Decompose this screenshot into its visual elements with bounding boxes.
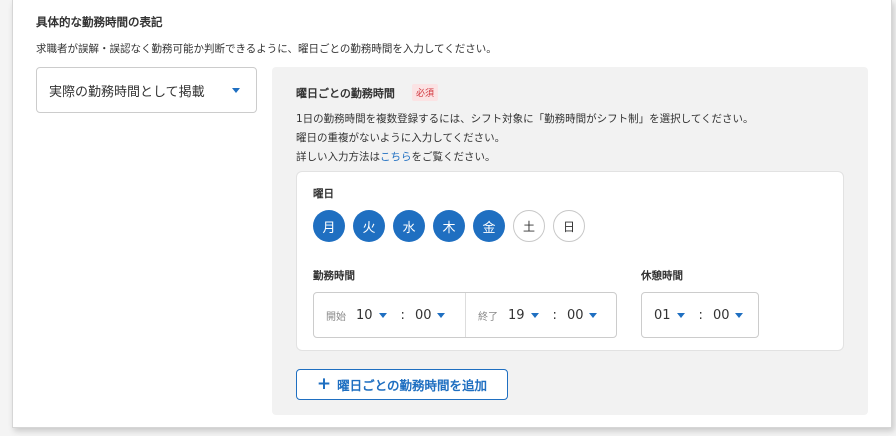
end-hour-value[interactable]: 19 (508, 308, 525, 323)
weekday-selector: 月 火 水 木 金 土 日 (313, 210, 585, 242)
break-hour-value[interactable]: 01 (654, 308, 671, 323)
required-badge: 必須 (412, 84, 439, 101)
info-line-1: 1日の勤務時間を複数登録するには、シフト対象に「勤務時間がシフト制」を選択してく… (296, 113, 754, 125)
info-line-3: 詳しい入力方法はこちらをご覧ください。 (296, 148, 754, 167)
panel-title: 曜日ごとの勤務時間 (296, 87, 395, 100)
break-time-label: 休憩時間 (641, 270, 683, 282)
day-toggle-sat[interactable]: 土 (513, 210, 545, 242)
end-minute-value[interactable]: 00 (567, 308, 584, 323)
break-colon: : (698, 307, 703, 323)
break-time-group: 01 : 00 (642, 293, 744, 337)
weekday-hours-panel: 曜日ごとの勤務時間 必須 1日の勤務時間を複数登録するには、シフト対象に「勤務時… (272, 67, 868, 415)
end-minute-caret-icon[interactable] (589, 312, 598, 318)
weekday-label: 曜日 (313, 188, 334, 200)
day-toggle-thu[interactable]: 木 (433, 210, 465, 242)
start-label: 開始 (326, 311, 346, 323)
start-hour-caret-icon[interactable] (378, 312, 387, 318)
day-toggle-fri[interactable]: 金 (473, 210, 505, 242)
break-time-input: 01 : 00 (641, 292, 759, 338)
start-colon: : (400, 307, 405, 323)
plus-icon: + (316, 374, 332, 394)
add-button-label: 曜日ごとの勤務時間を追加 (337, 378, 488, 393)
end-time-group: 終了 19 : 00 (465, 293, 616, 337)
day-toggle-mon[interactable]: 月 (313, 210, 345, 242)
day-toggle-sun[interactable]: 日 (553, 210, 585, 242)
work-hours-card: 具体的な勤務時間の表記 求職者が誤解・誤認なく勤務可能か判断できるように、曜日ご… (12, 0, 892, 428)
work-time-label: 勤務時間 (313, 270, 355, 282)
section-description: 求職者が誤解・誤認なく勤務可能か判断できるように、曜日ごとの勤務時間を入力してく… (36, 43, 497, 55)
add-weekday-hours-button[interactable]: + 曜日ごとの勤務時間を追加 (296, 369, 508, 400)
caret-down-icon (232, 88, 240, 93)
section-title: 具体的な勤務時間の表記 (36, 15, 163, 29)
start-minute-value[interactable]: 00 (415, 308, 432, 323)
info-line-2: 曜日の重複がないように入力してください。 (296, 132, 506, 144)
end-colon: : (552, 307, 557, 323)
break-minute-caret-icon[interactable] (735, 312, 744, 318)
display-type-select[interactable]: 実際の勤務時間として掲載 (36, 67, 257, 113)
end-label: 終了 (478, 311, 498, 323)
info-line-3-prefix: 詳しい入力方法は (296, 151, 380, 163)
schedule-entry: 曜日 月 火 水 木 金 土 日 勤務時間 休憩時間 開始 10 : 00 終了… (296, 171, 844, 351)
break-hour-caret-icon[interactable] (676, 312, 685, 318)
help-link[interactable]: こちら (380, 151, 412, 163)
end-hour-caret-icon[interactable] (530, 312, 539, 318)
start-minute-caret-icon[interactable] (437, 312, 446, 318)
day-toggle-tue[interactable]: 火 (353, 210, 385, 242)
start-time-group: 開始 10 : 00 (314, 293, 465, 337)
break-minute-value[interactable]: 00 (713, 308, 730, 323)
day-toggle-wed[interactable]: 水 (393, 210, 425, 242)
info-line-3-suffix: をご覧ください。 (411, 151, 496, 163)
display-type-value: 実際の勤務時間として掲載 (49, 84, 205, 100)
work-time-range: 開始 10 : 00 終了 19 : 00 (313, 292, 617, 338)
start-hour-value[interactable]: 10 (356, 308, 373, 323)
panel-info: 1日の勤務時間を複数登録するには、シフト対象に「勤務時間がシフト制」を選択してく… (296, 110, 754, 167)
